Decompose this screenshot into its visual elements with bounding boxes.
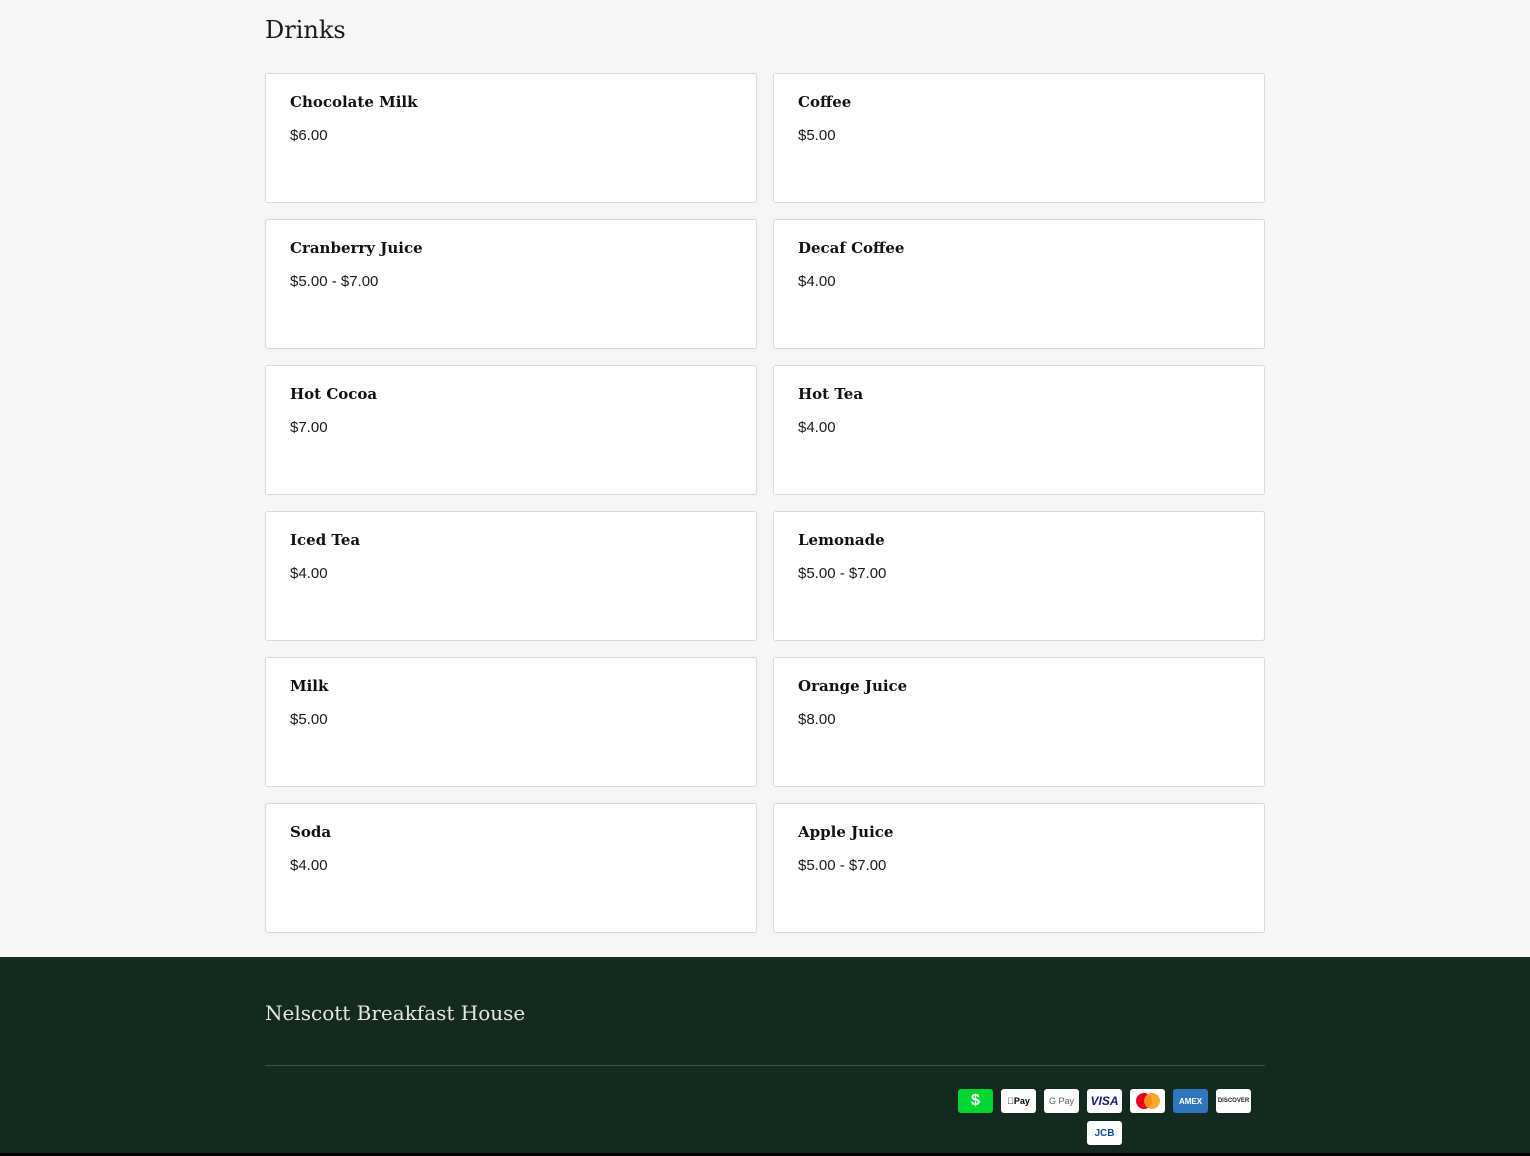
menu-item-price: $4.00	[798, 273, 836, 290]
menu-item-name: Chocolate Milk	[290, 93, 418, 111]
jcb-icon: JCB	[1087, 1121, 1122, 1145]
menu-item-card[interactable]: Hot Cocoa $7.00	[265, 365, 757, 495]
menu-item-price: $6.00	[290, 127, 328, 144]
menu-item-card[interactable]: Soda $4.00	[265, 803, 757, 933]
google-pay-icon: G Pay	[1044, 1089, 1079, 1113]
section-title: Drinks	[265, 16, 346, 44]
cash-app-icon: $	[958, 1089, 993, 1113]
menu-item-card[interactable]: Lemonade $5.00 - $7.00	[773, 511, 1265, 641]
payment-icons: $ Pay G Pay VISA AMEX DISCOVER	[958, 1089, 1251, 1113]
payment-icons-row-2: JCB	[1087, 1121, 1122, 1145]
menu-item-card[interactable]: Coffee $5.00	[773, 73, 1265, 203]
apple-pay-icon: Pay	[1001, 1089, 1036, 1113]
footer-divider	[265, 1065, 1265, 1066]
menu-item-price: $5.00	[798, 127, 836, 144]
menu-item-price: $4.00	[290, 565, 328, 582]
american-express-icon: AMEX	[1173, 1089, 1208, 1113]
menu-item-price: $4.00	[798, 419, 836, 436]
mastercard-icon	[1130, 1089, 1165, 1113]
menu-item-name: Hot Tea	[798, 385, 864, 403]
menu-item-card[interactable]: Apple Juice $5.00 - $7.00	[773, 803, 1265, 933]
menu-item-price: $5.00 - $7.00	[290, 273, 379, 290]
menu-item-price: $5.00 - $7.00	[798, 565, 887, 582]
menu-item-card[interactable]: Chocolate Milk $6.00	[265, 73, 757, 203]
menu-item-grid: Chocolate Milk $6.00 Coffee $5.00 Cranbe…	[265, 73, 1265, 933]
menu-item-card[interactable]: Decaf Coffee $4.00	[773, 219, 1265, 349]
menu-item-price: $7.00	[290, 419, 328, 436]
menu-item-name: Apple Juice	[798, 823, 894, 841]
menu-item-card[interactable]: Milk $5.00	[265, 657, 757, 787]
menu-item-price: $5.00 - $7.00	[798, 857, 887, 874]
menu-item-name: Decaf Coffee	[798, 239, 905, 257]
menu-item-price: $5.00	[290, 711, 328, 728]
menu-item-card[interactable]: Hot Tea $4.00	[773, 365, 1265, 495]
menu-item-card[interactable]: Cranberry Juice $5.00 - $7.00	[265, 219, 757, 349]
menu-item-card[interactable]: Iced Tea $4.00	[265, 511, 757, 641]
discover-icon: DISCOVER	[1216, 1089, 1251, 1113]
menu-item-price: $8.00	[798, 711, 836, 728]
menu-item-name: Cranberry Juice	[290, 239, 423, 257]
menu-item-name: Iced Tea	[290, 531, 361, 549]
footer-brand-name[interactable]: Nelscott Breakfast House	[265, 1001, 525, 1025]
menu-item-price: $4.00	[290, 857, 328, 874]
menu-item-name: Soda	[290, 823, 332, 841]
menu-item-card[interactable]: Orange Juice $8.00	[773, 657, 1265, 787]
menu-item-name: Hot Cocoa	[290, 385, 378, 403]
menu-item-name: Milk	[290, 677, 329, 695]
menu-item-name: Orange Juice	[798, 677, 908, 695]
mastercard-circles	[1135, 1093, 1160, 1109]
site-footer: Nelscott Breakfast House $ Pay G Pay VI…	[0, 957, 1530, 1153]
menu-item-name: Lemonade	[798, 531, 885, 549]
menu-item-name: Coffee	[798, 93, 852, 111]
visa-icon: VISA	[1087, 1089, 1122, 1113]
